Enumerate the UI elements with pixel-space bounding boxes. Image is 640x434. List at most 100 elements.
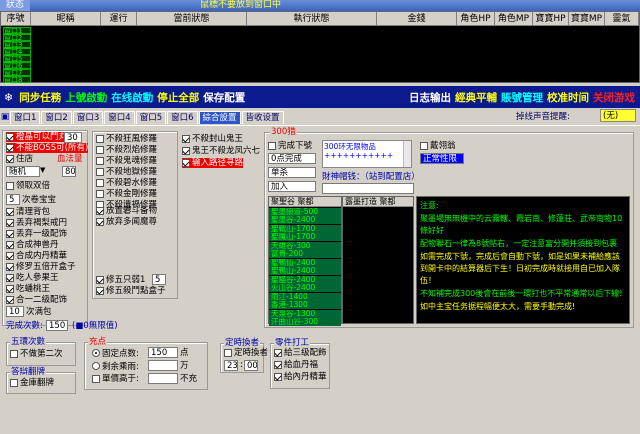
drop-list[interactable]: 露墨打造 聚都: [342, 196, 414, 324]
option-checkbox[interactable]: 丢弃一级配饰: [6, 229, 67, 239]
checkbox-box[interactable]: [6, 241, 14, 249]
col-money[interactable]: 金錢: [377, 12, 457, 25]
list-item[interactable]: 聖墨狼道-500: [269, 207, 341, 216]
col-role-mp[interactable]: 角色MP: [495, 12, 533, 25]
option-checkbox[interactable]: 放弃多闻魔尊: [96, 217, 157, 227]
checkbox-box[interactable]: [6, 296, 14, 304]
list-item[interactable]: 天雄谷-300: [269, 241, 341, 250]
checkbox-box[interactable]: [96, 218, 104, 226]
save-config-button[interactable]: 保存配置: [201, 90, 247, 105]
list-item[interactable]: 聖鴨仙-2400: [269, 258, 341, 267]
checkbox-box[interactable]: [224, 349, 232, 357]
tab-window2[interactable]: 窗口2: [41, 111, 72, 124]
option-checkbox[interactable]: 放置礬斗备物: [96, 206, 157, 216]
tab-window6[interactable]: 窗口6: [167, 111, 198, 124]
col-current-state[interactable]: 當前狀態: [137, 12, 247, 25]
checkbox-box[interactable]: [6, 230, 14, 238]
list-item[interactable]: 聖墨谷-2400: [269, 216, 341, 224]
vault-flip-checkbox[interactable]: 金庫翻牌: [10, 378, 54, 388]
option-checkbox[interactable]: 住店: [6, 154, 33, 164]
list-item[interactable]: 聖鴨山-2400: [269, 267, 341, 275]
tab-collect-settings[interactable]: 皆收设置: [241, 111, 284, 124]
disconnect-sound-select[interactable]: (无): [600, 109, 636, 122]
grid-row[interactable]: 窗口6: [3, 62, 31, 70]
checkbox-box[interactable]: [96, 190, 104, 198]
checkbox-box[interactable]: [6, 208, 14, 216]
fixed-points-radio[interactable]: 固定点数:: [92, 348, 139, 359]
list-item[interactable]: 聖戰山-1700: [269, 224, 341, 233]
radio-dot[interactable]: [92, 362, 100, 370]
checkbox-box[interactable]: [182, 135, 190, 143]
checkbox-box[interactable]: [92, 375, 100, 383]
checkbox-box[interactable]: [274, 361, 282, 369]
price-input[interactable]: [148, 373, 178, 384]
checkbox-box[interactable]: [274, 349, 282, 357]
checkbox-box[interactable]: [420, 142, 428, 150]
timer-minute[interactable]: 00: [244, 360, 258, 371]
calibrate-time-button[interactable]: 校准时间: [545, 90, 591, 105]
classic-assist-button[interactable]: 經典平輔: [453, 90, 499, 105]
checkbox-box[interactable]: [182, 159, 190, 167]
option-checkbox[interactable]: 不殺碧水修羅: [96, 178, 157, 188]
fortune-input[interactable]: [322, 183, 414, 194]
checkbox-box[interactable]: [6, 144, 14, 152]
checkbox-box[interactable]: [96, 287, 104, 295]
account-manage-button[interactable]: 賬號管理: [499, 90, 545, 105]
option-checkbox[interactable]: 橙晶可以鬥丸: [6, 132, 68, 142]
list-item[interactable]: 聖魔山-1700: [269, 233, 341, 241]
col-exec-state[interactable]: 執行狀態: [247, 12, 377, 25]
checkbox-box[interactable]: [6, 182, 14, 190]
checkbox-box[interactable]: [6, 133, 14, 141]
option-checkbox[interactable]: 鬼王不殺龙凤六七: [182, 146, 260, 156]
bao-input[interactable]: 5: [6, 194, 20, 205]
remaining-input[interactable]: [148, 360, 178, 371]
checkbox-box[interactable]: [6, 252, 14, 260]
online-start-button[interactable]: 在线啟動: [109, 90, 155, 105]
grid-row[interactable]: 窗口3: [3, 41, 31, 49]
checkbox-box[interactable]: [6, 155, 14, 163]
option-checkbox[interactable]: 输入路径寻路: [182, 158, 244, 168]
fixed-points-input[interactable]: 150: [148, 347, 178, 358]
checkbox-box[interactable]: [268, 142, 276, 150]
list-item[interactable]: 富貴-200: [269, 250, 341, 258]
option-checkbox[interactable]: 丢弃褐梨戒円: [6, 218, 67, 228]
checkbox-box[interactable]: [182, 147, 190, 155]
checkbox-box[interactable]: [6, 219, 14, 227]
option-checkbox[interactable]: 不殺鬼魂修羅: [96, 156, 157, 166]
grid-row[interactable]: 窗口7: [3, 69, 31, 77]
col-nickname[interactable]: 昵稱: [31, 12, 101, 25]
checkbox-box[interactable]: [96, 135, 104, 143]
option-checkbox[interactable]: 合成神兽丹: [6, 240, 59, 250]
option-checkbox[interactable]: 給內丹精華: [274, 372, 327, 382]
checkbox-box[interactable]: [6, 285, 14, 293]
option-checkbox[interactable]: 合一二级配饰: [6, 295, 67, 305]
option-checkbox[interactable]: 不殺烈焰修羅: [96, 145, 157, 155]
done-logout-checkbox[interactable]: 完成下號: [268, 141, 312, 151]
chevron-down-icon[interactable]: ▼: [40, 166, 45, 174]
checkbox-box[interactable]: [96, 146, 104, 154]
five-input[interactable]: 5: [152, 274, 166, 285]
checkbox-box[interactable]: [96, 276, 104, 284]
option-checkbox[interactable]: 修五只弱1: [96, 275, 145, 285]
grid-row[interactable]: 窗口4: [3, 48, 31, 56]
stop-select[interactable]: 0点完成: [268, 153, 316, 164]
blood-input[interactable]: 80: [62, 166, 76, 177]
tab-window5[interactable]: 窗口5: [135, 111, 167, 124]
log-output-button[interactable]: 日志输出: [407, 90, 453, 105]
option-checkbox[interactable]: 修五殺鬥點盒子: [96, 286, 166, 296]
tab-window1[interactable]: 窗口1: [10, 111, 41, 124]
list-item[interactable]: 汗曲山谷-300: [269, 318, 341, 326]
option-checkbox[interactable]: 清理背包: [6, 207, 50, 217]
checkbox-box[interactable]: [10, 350, 18, 358]
scrollbar[interactable]: [403, 141, 411, 167]
rank-select[interactable]: 正常性限: [420, 153, 464, 164]
col-pet-mp[interactable]: 寶寶MP: [569, 12, 605, 25]
timer-hour[interactable]: 23: [224, 360, 238, 371]
list-item[interactable]: 火山谷-2400: [269, 284, 341, 292]
option-checkbox[interactable]: 不殺狂風修羅: [96, 134, 157, 144]
login-start-button[interactable]: 上號啟動: [63, 90, 109, 105]
count-input[interactable]: 30: [64, 132, 82, 143]
col-running[interactable]: 運行: [101, 12, 137, 25]
option-checkbox[interactable]: 給血丹福: [274, 360, 318, 370]
mode-select[interactable]: 随机: [6, 166, 40, 177]
